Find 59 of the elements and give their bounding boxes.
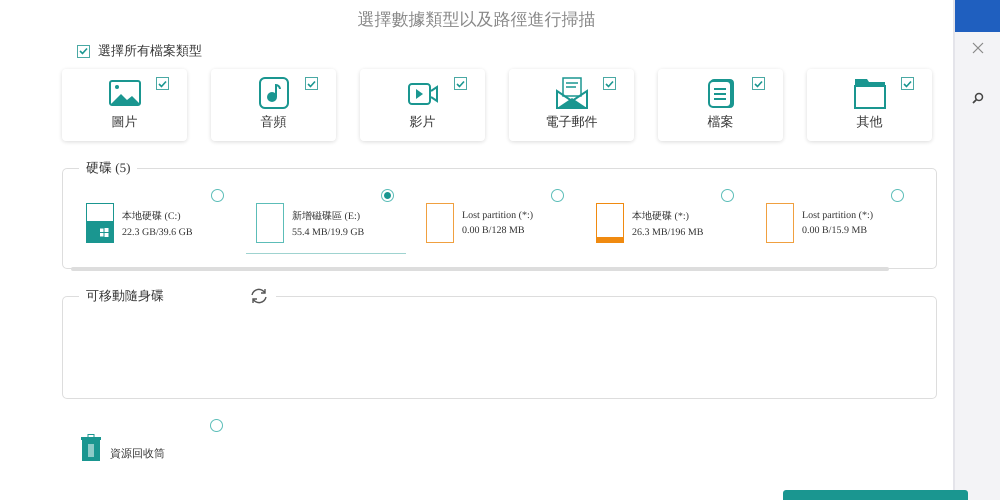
recycle-bin-label: 資源回收筒 xyxy=(110,446,165,461)
drive-name: Lost partition (*:) xyxy=(802,210,874,221)
drive-name: 本地硬碟 (C:) xyxy=(122,210,182,222)
radio-button[interactable] xyxy=(721,189,734,202)
drive-usage: 0.00 B/15.9 MB xyxy=(802,225,868,236)
select-all-label: 選擇所有檔案類型 xyxy=(98,43,202,60)
checkbox[interactable] xyxy=(752,77,765,90)
category-card[interactable]: 檔案 xyxy=(658,69,783,141)
scrollbar[interactable] xyxy=(71,267,889,271)
image-icon xyxy=(108,77,142,109)
windows-logo-icon xyxy=(100,228,109,237)
drive-item[interactable]: Lost partition (*:) 0.00 B/15.9 MB xyxy=(766,191,916,254)
drive-name: Lost partition (*:) xyxy=(462,210,534,221)
category-label: 檔案 xyxy=(708,114,734,131)
checkbox[interactable] xyxy=(603,77,616,90)
checkbox[interactable] xyxy=(77,44,90,58)
category-label: 影片 xyxy=(410,114,436,131)
category-card[interactable]: 音頻 xyxy=(211,69,336,141)
section-title: 硬碟 (5) xyxy=(86,159,130,177)
checkbox[interactable] xyxy=(454,77,467,90)
music-note-icon xyxy=(256,77,290,109)
radio-button[interactable] xyxy=(891,189,904,202)
checkbox[interactable] xyxy=(305,77,318,90)
category-label: 圖片 xyxy=(112,114,138,131)
category-label: 電子郵件 xyxy=(546,114,598,131)
page-title: 選擇數據類型以及路徑進行掃描 xyxy=(356,9,596,31)
folder-icon xyxy=(852,77,886,109)
radio-button[interactable] xyxy=(381,189,394,202)
trash-icon xyxy=(80,434,102,461)
drive-item[interactable]: 本地硬碟 (C:) 22.3 GB/39.6 GB xyxy=(86,191,236,254)
radio-button[interactable] xyxy=(211,189,224,202)
drive-usage: 55.4 MB/19.9 GB xyxy=(292,226,364,238)
drive-icon xyxy=(256,203,284,243)
drive-name: 新增磁碟區 (E:) xyxy=(292,210,362,222)
close-icon[interactable] xyxy=(972,42,984,54)
category-card[interactable]: 其他 xyxy=(807,69,932,141)
drive-item[interactable]: 本地硬碟 (*:) 26.3 MB/196 MB xyxy=(596,191,746,254)
refresh-icon[interactable] xyxy=(249,287,269,305)
category-card[interactable]: 圖片 xyxy=(62,69,187,141)
drive-usage: 22.3 GB/39.6 GB xyxy=(122,226,193,238)
checkbox[interactable] xyxy=(901,77,914,90)
drive-icon xyxy=(426,203,454,243)
radio-button[interactable] xyxy=(210,419,223,432)
category-card[interactable]: 電子郵件 xyxy=(509,69,634,141)
drive-item[interactable]: 新增磁碟區 (E:) 55.4 MB/19.9 GB xyxy=(246,191,406,254)
drive-usage: 0.00 B/128 MB xyxy=(462,225,526,236)
category-label: 其他 xyxy=(856,114,882,131)
section-title: 可移動隨身碟 xyxy=(86,287,164,305)
drive-icon xyxy=(766,203,794,243)
drive-name: 本地硬碟 (*:) xyxy=(632,210,690,222)
radio-button[interactable] xyxy=(551,189,564,202)
drive-item[interactable]: Lost partition (*:) 0.00 B/128 MB xyxy=(426,191,576,254)
envelope-icon xyxy=(554,77,588,109)
checkbox[interactable] xyxy=(156,77,169,90)
window-title-bar xyxy=(955,0,1000,32)
category-label: 音頻 xyxy=(260,114,286,131)
search-icon[interactable] xyxy=(972,92,984,104)
drive-usage: 26.3 MB/196 MB xyxy=(632,226,704,238)
category-card[interactable]: 影片 xyxy=(360,69,485,141)
